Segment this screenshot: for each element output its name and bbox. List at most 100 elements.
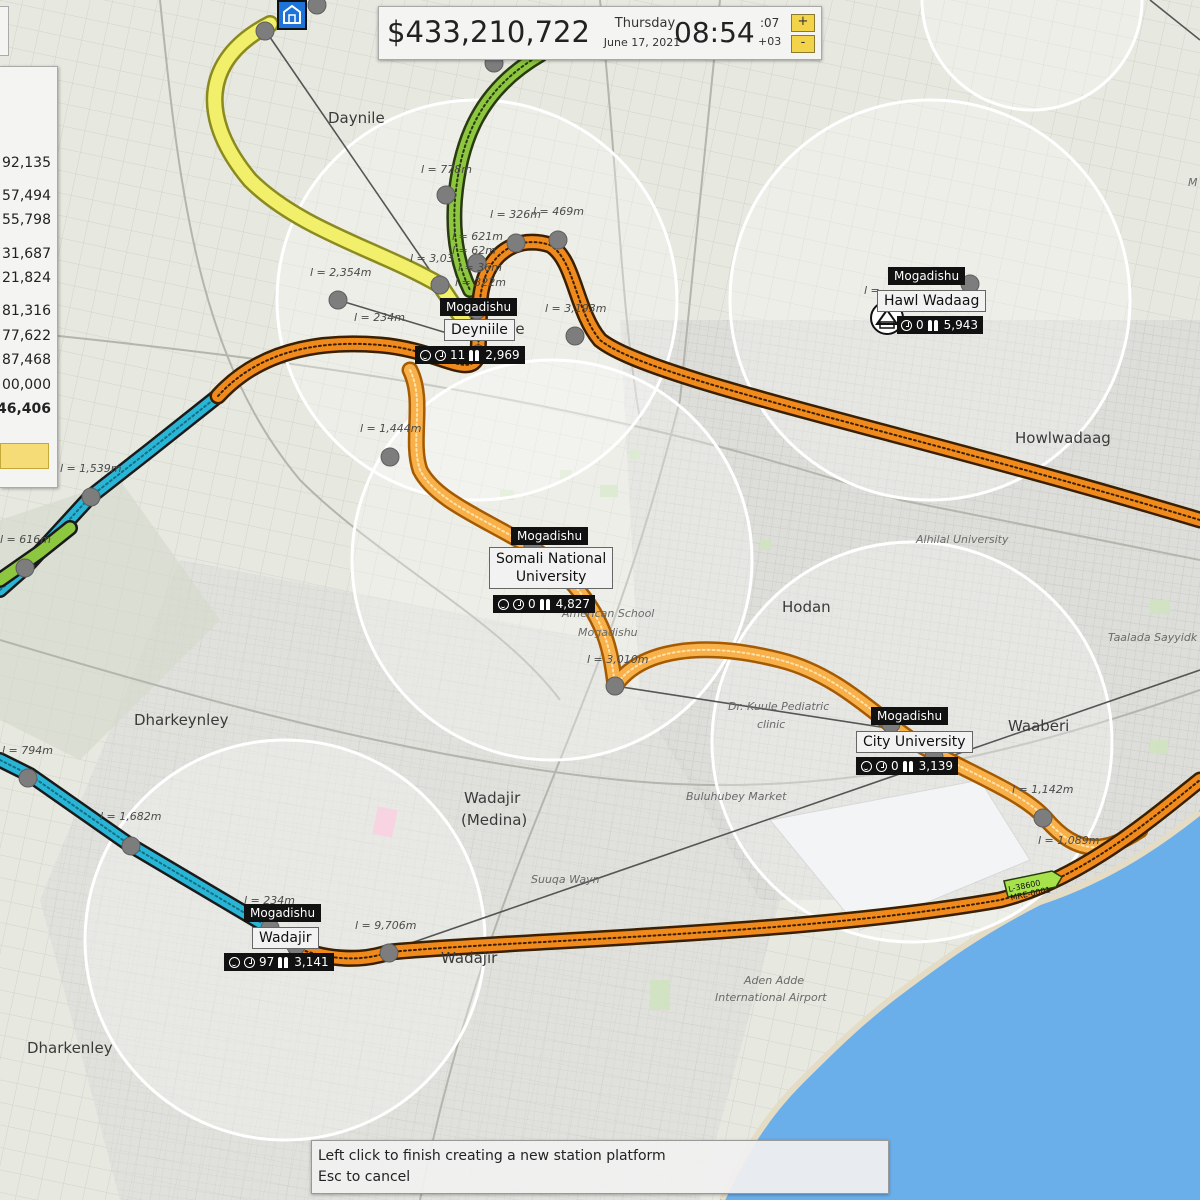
- finance-total: 46,406: [0, 401, 51, 417]
- clock-icon: [513, 598, 524, 610]
- station-name-line2: University: [515, 569, 587, 585]
- len-1539: l = 1,539m: [60, 462, 121, 475]
- station-city-wadajir: Mogadishu: [244, 904, 322, 922]
- clock-display: 08:54: [674, 16, 755, 49]
- clock-icon: [435, 349, 446, 361]
- station-stats-wadajir: 97 3,141: [224, 953, 334, 971]
- finance-value: 92,135: [2, 155, 51, 171]
- len-616: l = 616m: [0, 533, 51, 546]
- hint-line-2: Esc to cancel: [318, 1169, 411, 1185]
- station-name-somali-national[interactable]: Somali National University: [489, 547, 614, 589]
- satisfaction-icon: [420, 349, 431, 361]
- wait-value: 0: [916, 318, 924, 332]
- len-3035: l = 3,03: [410, 252, 454, 265]
- place-waaberi: Waaberi: [1008, 717, 1069, 735]
- station-name-line1: Somali National: [496, 551, 607, 567]
- station-stats-deyniile: 11 2,969: [415, 346, 525, 364]
- money-display: $433,210,722: [387, 15, 590, 49]
- poi-airport: Aden Adde: [743, 974, 804, 987]
- station-name-howl-wadaag[interactable]: Hawl Wadaag: [877, 290, 987, 312]
- len-469: l = 469m: [533, 205, 584, 218]
- finance-value: 21,824: [2, 270, 51, 286]
- station-name-city-university[interactable]: City University: [856, 731, 973, 753]
- poi-pediatric: Dr. Kuule Pediatric: [728, 700, 829, 713]
- depot-icon[interactable]: [277, 0, 307, 30]
- poi-suuqa: Suuqa Wayn: [531, 873, 600, 886]
- place-wadajir-medina: Wadajir: [464, 789, 521, 807]
- station-city-howl-wadaag: Mogadishu: [888, 267, 966, 285]
- len-1089: l = 1,089m: [1038, 834, 1099, 847]
- time-offset-display: +03: [758, 35, 782, 48]
- station-stats-howl-wadaag: 0 5,943: [897, 316, 983, 334]
- len-36: l = 36m: [458, 261, 502, 274]
- station-stats-city-university: 0 3,139: [856, 757, 958, 775]
- place-howlwadaag: Howlwadaag: [1015, 429, 1111, 447]
- len-794: l = 794m: [2, 744, 53, 757]
- len-778: l = 778m: [421, 163, 472, 176]
- people-value: 3,141: [294, 955, 329, 969]
- finance-action-button[interactable]: [0, 443, 49, 469]
- wait-value: 0: [891, 759, 899, 773]
- place-hodan: Hodan: [782, 598, 831, 616]
- speed-up-button[interactable]: +: [791, 14, 815, 32]
- poi-taalada: Taalada Sayyidk: [1108, 631, 1198, 644]
- len-1682: l = 1,682m: [100, 810, 161, 823]
- poi-pediatric-clinic: clinic: [757, 718, 785, 731]
- hint-line-1: Left click to finish creating a new stat…: [318, 1148, 666, 1164]
- place-dharkenley: Dharkenley: [27, 1039, 113, 1057]
- seconds-display: :07: [760, 16, 780, 30]
- satisfaction-icon: [229, 956, 240, 968]
- wait-value: 11: [450, 348, 466, 362]
- top-status-bar: $433,210,722 Thursday June 17, 2021 08:5…: [378, 6, 822, 60]
- len-62: l = 62m: [452, 244, 496, 257]
- wait-value: 97: [259, 955, 275, 969]
- finance-value: 55,798: [2, 212, 51, 228]
- place-wadajir: Wadajir: [441, 949, 498, 967]
- poi-market: Buluhubey Market: [686, 790, 787, 803]
- clock-icon: [901, 319, 912, 331]
- station-city-city-university: Mogadishu: [871, 707, 949, 725]
- poi-alhilal: Alhilal University: [915, 533, 1009, 546]
- len-1142: l = 1,142m: [1012, 783, 1073, 796]
- finance-value: 77,622: [2, 328, 51, 344]
- people-icon: [278, 956, 290, 968]
- finance-value: 31,687: [2, 246, 51, 262]
- station-name-deyniile[interactable]: Deyniile: [444, 319, 515, 341]
- people-value: 3,139: [918, 759, 953, 773]
- poi-edge: M: [1188, 176, 1198, 189]
- clock-icon: [876, 760, 887, 772]
- len-3193: l = 3,193m: [545, 302, 606, 315]
- people-icon: [469, 349, 481, 361]
- finance-value: 81,316: [2, 303, 51, 319]
- wait-value: 0: [528, 597, 536, 611]
- satisfaction-icon: [498, 598, 509, 610]
- station-stats-somali-national: 0 4,827: [493, 595, 595, 613]
- finance-panel: 92,135 57,494 55,798 31,687 21,824 81,31…: [0, 66, 58, 488]
- place-wadajir-medina-sub: (Medina): [461, 811, 527, 829]
- weekday-display: Thursday: [614, 16, 676, 31]
- len-1444: l = 1,444m: [360, 422, 421, 435]
- place-daynile: Daynile: [328, 109, 385, 127]
- game-map[interactable]: Daynile Howlwadaag Hodan Waaberi Dharkey…: [0, 0, 1200, 1200]
- people-icon: [902, 760, 915, 772]
- finance-value: 87,468: [2, 352, 51, 368]
- len-322: l = 322m: [455, 276, 506, 289]
- len-621: l = 621m: [452, 230, 503, 243]
- vehicle-tag[interactable]: L-38600 MRE-0001: [1002, 869, 1064, 902]
- speed-down-button[interactable]: -: [791, 35, 815, 53]
- place-dharkeynley: Dharkeynley: [134, 711, 229, 729]
- finance-value: 00,000: [2, 377, 51, 393]
- panel-edge-button[interactable]: [0, 6, 9, 56]
- people-value: 2,969: [485, 348, 520, 362]
- poi-airport-name: International Airport: [715, 991, 827, 1004]
- people-icon: [539, 598, 552, 610]
- len-9706: l = 9,706m: [355, 919, 416, 932]
- len-3010: l = 3,010m: [587, 653, 648, 666]
- station-name-wadajir[interactable]: Wadajir: [252, 927, 319, 949]
- poi-american-school-city: Mogadishu: [578, 626, 638, 639]
- people-value: 5,943: [943, 318, 978, 332]
- len-2354: l = 2,354m: [310, 266, 371, 279]
- station-city-deyniile: Mogadishu: [440, 298, 518, 316]
- finance-value: 57,494: [2, 188, 51, 204]
- len-234a: l = 234m: [354, 311, 405, 324]
